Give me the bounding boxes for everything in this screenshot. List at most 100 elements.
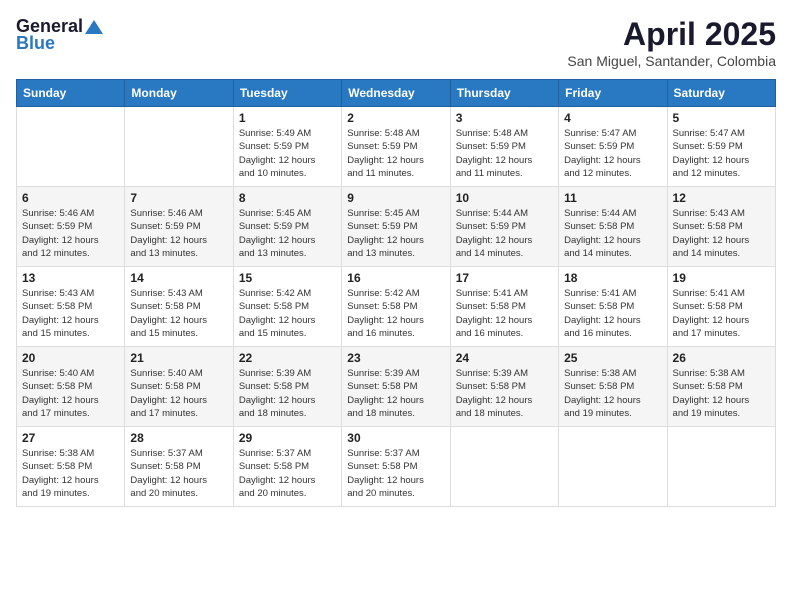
day-info: Sunrise: 5:43 AMSunset: 5:58 PMDaylight:… bbox=[130, 287, 227, 340]
calendar-cell: 23 Sunrise: 5:39 AMSunset: 5:58 PMDayligh… bbox=[342, 347, 450, 427]
day-number: 25 bbox=[564, 351, 661, 365]
calendar-cell: 29 Sunrise: 5:37 AMSunset: 5:58 PMDayligh… bbox=[233, 427, 341, 507]
day-number: 21 bbox=[130, 351, 227, 365]
day-info: Sunrise: 5:41 AMSunset: 5:58 PMDaylight:… bbox=[456, 287, 553, 340]
day-info: Sunrise: 5:39 AMSunset: 5:58 PMDaylight:… bbox=[347, 367, 444, 420]
calendar-week-row: 6Sunrise: 5:46 AMSunset: 5:59 PMDaylight… bbox=[17, 187, 776, 267]
logo-blue-text: Blue bbox=[16, 33, 55, 54]
calendar-cell: 4Sunrise: 5:47 AMSunset: 5:59 PMDaylight… bbox=[559, 107, 667, 187]
calendar-header-row: SundayMondayTuesdayWednesdayThursdayFrid… bbox=[17, 80, 776, 107]
day-number: 11 bbox=[564, 191, 661, 205]
day-info: Sunrise: 5:37 AMSunset: 5:58 PMDaylight:… bbox=[239, 447, 336, 500]
calendar-cell bbox=[667, 427, 775, 507]
calendar-week-row: 20 Sunrise: 5:40 AMSunset: 5:58 PMDayligh… bbox=[17, 347, 776, 427]
logo: General Blue bbox=[16, 16, 103, 54]
calendar-cell: 18Sunrise: 5:41 AMSunset: 5:58 PMDayligh… bbox=[559, 267, 667, 347]
col-header-thursday: Thursday bbox=[450, 80, 558, 107]
day-info: Sunrise: 5:48 AMSunset: 5:59 PMDaylight:… bbox=[456, 127, 553, 180]
calendar-cell: 15 Sunrise: 5:42 AMSunset: 5:58 PMDayligh… bbox=[233, 267, 341, 347]
location: San Miguel, Santander, Colombia bbox=[567, 53, 776, 69]
day-number: 2 bbox=[347, 111, 444, 125]
day-info: Sunrise: 5:40 AMSunset: 5:58 PMDaylight:… bbox=[22, 367, 119, 420]
calendar-table: SundayMondayTuesdayWednesdayThursdayFrid… bbox=[16, 79, 776, 507]
day-info: Sunrise: 5:46 AMSunset: 5:59 PMDaylight:… bbox=[130, 207, 227, 260]
calendar-cell: 20 Sunrise: 5:40 AMSunset: 5:58 PMDayligh… bbox=[17, 347, 125, 427]
day-info: Sunrise: 5:40 AMSunset: 5:58 PMDaylight:… bbox=[130, 367, 227, 420]
calendar-cell: 5 Sunrise: 5:47 AMSunset: 5:59 PMDaylight… bbox=[667, 107, 775, 187]
day-number: 5 bbox=[673, 111, 770, 125]
calendar-cell: 10 Sunrise: 5:44 AMSunset: 5:59 PMDayligh… bbox=[450, 187, 558, 267]
calendar-cell: 25 Sunrise: 5:38 AMSunset: 5:58 PMDayligh… bbox=[559, 347, 667, 427]
calendar-cell: 19Sunrise: 5:41 AMSunset: 5:58 PMDayligh… bbox=[667, 267, 775, 347]
calendar-cell bbox=[125, 107, 233, 187]
day-info: Sunrise: 5:38 AMSunset: 5:58 PMDaylight:… bbox=[673, 367, 770, 420]
col-header-wednesday: Wednesday bbox=[342, 80, 450, 107]
day-number: 17 bbox=[456, 271, 553, 285]
calendar-cell: 8 Sunrise: 5:45 AMSunset: 5:59 PMDaylight… bbox=[233, 187, 341, 267]
day-info: Sunrise: 5:45 AMSunset: 5:59 PMDaylight:… bbox=[347, 207, 444, 260]
day-number: 8 bbox=[239, 191, 336, 205]
day-number: 27 bbox=[22, 431, 119, 445]
day-number: 10 bbox=[456, 191, 553, 205]
calendar-cell: 26 Sunrise: 5:38 AMSunset: 5:58 PMDayligh… bbox=[667, 347, 775, 427]
day-number: 16 bbox=[347, 271, 444, 285]
day-info: Sunrise: 5:38 AMSunset: 5:58 PMDaylight:… bbox=[564, 367, 661, 420]
day-number: 19 bbox=[673, 271, 770, 285]
logo-icon bbox=[85, 18, 103, 36]
calendar-cell: 28Sunrise: 5:37 AMSunset: 5:58 PMDayligh… bbox=[125, 427, 233, 507]
title-block: April 2025 San Miguel, Santander, Colomb… bbox=[567, 16, 776, 69]
day-info: Sunrise: 5:45 AMSunset: 5:59 PMDaylight:… bbox=[239, 207, 336, 260]
calendar-cell: 3 Sunrise: 5:48 AMSunset: 5:59 PMDaylight… bbox=[450, 107, 558, 187]
day-number: 22 bbox=[239, 351, 336, 365]
calendar-cell: 30 Sunrise: 5:37 AMSunset: 5:58 PMDayligh… bbox=[342, 427, 450, 507]
day-number: 24 bbox=[456, 351, 553, 365]
col-header-tuesday: Tuesday bbox=[233, 80, 341, 107]
day-info: Sunrise: 5:48 AMSunset: 5:59 PMDaylight:… bbox=[347, 127, 444, 180]
day-number: 3 bbox=[456, 111, 553, 125]
day-info: Sunrise: 5:37 AMSunset: 5:58 PMDaylight:… bbox=[347, 447, 444, 500]
day-info: Sunrise: 5:43 AMSunset: 5:58 PMDaylight:… bbox=[673, 207, 770, 260]
day-info: Sunrise: 5:46 AMSunset: 5:59 PMDaylight:… bbox=[22, 207, 119, 260]
calendar-cell: 17 Sunrise: 5:41 AMSunset: 5:58 PMDayligh… bbox=[450, 267, 558, 347]
day-info: Sunrise: 5:49 AMSunset: 5:59 PMDaylight:… bbox=[239, 127, 336, 180]
day-info: Sunrise: 5:41 AMSunset: 5:58 PMDaylight:… bbox=[564, 287, 661, 340]
day-info: Sunrise: 5:42 AMSunset: 5:58 PMDaylight:… bbox=[239, 287, 336, 340]
day-number: 29 bbox=[239, 431, 336, 445]
page-header: General Blue April 2025 San Miguel, Sant… bbox=[16, 16, 776, 69]
day-info: Sunrise: 5:38 AMSunset: 5:58 PMDaylight:… bbox=[22, 447, 119, 500]
calendar-cell bbox=[450, 427, 558, 507]
calendar-cell: 6Sunrise: 5:46 AMSunset: 5:59 PMDaylight… bbox=[17, 187, 125, 267]
calendar-cell: 9Sunrise: 5:45 AMSunset: 5:59 PMDaylight… bbox=[342, 187, 450, 267]
calendar-cell: 22Sunrise: 5:39 AMSunset: 5:58 PMDayligh… bbox=[233, 347, 341, 427]
calendar-cell: 16 Sunrise: 5:42 AMSunset: 5:58 PMDayligh… bbox=[342, 267, 450, 347]
calendar-cell bbox=[559, 427, 667, 507]
day-number: 20 bbox=[22, 351, 119, 365]
calendar-cell: 12 Sunrise: 5:43 AMSunset: 5:58 PMDayligh… bbox=[667, 187, 775, 267]
calendar-week-row: 1 Sunrise: 5:49 AMSunset: 5:59 PMDaylight… bbox=[17, 107, 776, 187]
calendar-week-row: 13 Sunrise: 5:43 AMSunset: 5:58 PMDayligh… bbox=[17, 267, 776, 347]
day-number: 4 bbox=[564, 111, 661, 125]
day-number: 1 bbox=[239, 111, 336, 125]
calendar-cell: 7Sunrise: 5:46 AMSunset: 5:59 PMDaylight… bbox=[125, 187, 233, 267]
calendar-cell: 2 Sunrise: 5:48 AMSunset: 5:59 PMDaylight… bbox=[342, 107, 450, 187]
day-info: Sunrise: 5:43 AMSunset: 5:58 PMDaylight:… bbox=[22, 287, 119, 340]
day-number: 30 bbox=[347, 431, 444, 445]
day-info: Sunrise: 5:42 AMSunset: 5:58 PMDaylight:… bbox=[347, 287, 444, 340]
col-header-saturday: Saturday bbox=[667, 80, 775, 107]
calendar-cell: 11Sunrise: 5:44 AMSunset: 5:58 PMDayligh… bbox=[559, 187, 667, 267]
col-header-monday: Monday bbox=[125, 80, 233, 107]
month-title: April 2025 bbox=[567, 16, 776, 53]
day-number: 14 bbox=[130, 271, 227, 285]
day-number: 12 bbox=[673, 191, 770, 205]
day-number: 26 bbox=[673, 351, 770, 365]
day-info: Sunrise: 5:44 AMSunset: 5:59 PMDaylight:… bbox=[456, 207, 553, 260]
calendar-cell: 24Sunrise: 5:39 AMSunset: 5:58 PMDayligh… bbox=[450, 347, 558, 427]
col-header-friday: Friday bbox=[559, 80, 667, 107]
day-info: Sunrise: 5:47 AMSunset: 5:59 PMDaylight:… bbox=[673, 127, 770, 180]
day-number: 15 bbox=[239, 271, 336, 285]
calendar-cell bbox=[17, 107, 125, 187]
day-number: 13 bbox=[22, 271, 119, 285]
day-number: 23 bbox=[347, 351, 444, 365]
calendar-cell: 14 Sunrise: 5:43 AMSunset: 5:58 PMDayligh… bbox=[125, 267, 233, 347]
calendar-cell: 13 Sunrise: 5:43 AMSunset: 5:58 PMDayligh… bbox=[17, 267, 125, 347]
